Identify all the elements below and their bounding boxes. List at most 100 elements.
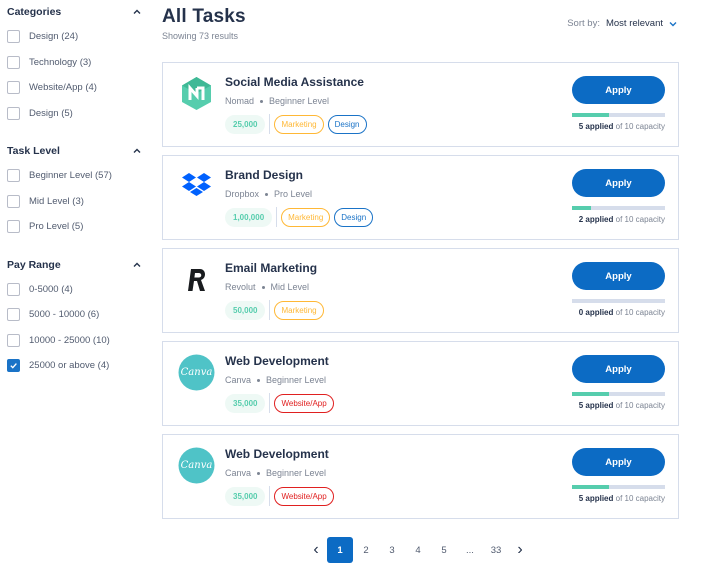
filter-option[interactable]: Mid Level (3) [7, 189, 142, 215]
separator-dot [261, 285, 265, 289]
chevron-up-icon[interactable] [132, 7, 142, 17]
checkbox[interactable] [7, 194, 20, 208]
page-4-button[interactable]: 4 [405, 537, 431, 563]
task-list: Social Media Assistance Nomad Beginner Lev… [162, 62, 679, 527]
pay-badge: 35,000 [225, 393, 266, 413]
chevron-up-icon[interactable] [132, 146, 142, 156]
page-33-button[interactable]: 33 [483, 537, 509, 563]
task-level: Beginner Level [269, 96, 330, 106]
chevron-up-icon[interactable] [132, 260, 142, 270]
capacity-text: 2 applied of 10 capacity [579, 215, 665, 224]
checkbox[interactable] [7, 55, 20, 69]
category-tag: Marketing [281, 207, 331, 227]
separator-dot [265, 192, 269, 196]
capacity-text: 5 applied of 10 capacity [579, 401, 665, 410]
filter-group: Categories Design (24) Technology (3) Websi… [7, 0, 142, 126]
filter-option[interactable]: Pro Level (5) [7, 214, 142, 240]
capacity-total: of 10 capacity [615, 122, 665, 131]
capacity-total: of 10 capacity [615, 308, 665, 317]
task-title[interactable]: Social Media Assistance [225, 75, 364, 89]
separator-dot [257, 471, 261, 475]
filter-option[interactable]: Design (5) [7, 101, 142, 127]
apply-button[interactable]: Apply [572, 76, 665, 104]
apply-button[interactable]: Apply [572, 355, 665, 383]
task-tags: 50,000 Marketing [225, 300, 328, 320]
filter-option[interactable]: Technology (3) [7, 50, 142, 76]
filter-group-header[interactable]: Pay Range [7, 253, 142, 277]
filter-group-title: Pay Range [7, 258, 61, 271]
sort-dropdown[interactable]: Most relevant [606, 18, 663, 29]
capacity-progress-bar [572, 392, 665, 396]
checkbox[interactable] [7, 308, 20, 322]
pay-badge: 50,000 [225, 300, 266, 320]
capacity-progress-fill [572, 206, 591, 210]
checkbox[interactable] [7, 30, 20, 44]
page-1-button[interactable]: 1 [327, 537, 353, 563]
checkbox[interactable] [7, 333, 20, 347]
apply-button[interactable]: Apply [572, 448, 665, 476]
capacity-total: of 10 capacity [615, 215, 665, 224]
filter-group-title: Task Level [7, 145, 60, 157]
filter-option-label: Design (5) [29, 107, 73, 119]
filter-group-header[interactable]: Task Level [7, 139, 142, 163]
checkbox[interactable] [7, 106, 20, 120]
filter-option-label: Website/App (4) [29, 82, 97, 94]
divider [269, 114, 271, 134]
capacity-progress-bar [572, 299, 665, 303]
check-icon [10, 363, 17, 369]
chevron-down-icon[interactable] [668, 19, 678, 29]
task-title[interactable]: Brand Design [225, 168, 303, 182]
next-page-button[interactable]: › [509, 537, 531, 563]
sort-label: Sort by: [567, 18, 600, 29]
task-card: Social Media Assistance Nomad Beginner Lev… [162, 62, 679, 147]
capacity-progress-fill [572, 392, 610, 396]
filter-group-header[interactable]: Categories [7, 0, 142, 24]
filter-option[interactable]: 10000 - 25000 (10) [7, 328, 142, 354]
revolut-logo [178, 261, 215, 298]
pagination-ellipsis: ... [466, 544, 474, 556]
apply-button[interactable]: Apply [572, 262, 665, 290]
filter-option[interactable]: Website/App (4) [7, 75, 142, 101]
checkbox[interactable] [7, 81, 20, 95]
divider [269, 393, 271, 413]
checkbox[interactable] [7, 282, 20, 296]
filter-option[interactable]: 25000 or above (4) [7, 353, 142, 379]
checkbox[interactable] [7, 220, 20, 234]
applied-count: 5 applied [578, 401, 614, 410]
task-title[interactable]: Web Development [225, 447, 329, 461]
company-name: Nomad [225, 96, 255, 106]
checkbox[interactable] [7, 359, 20, 373]
task-tags: 25,000 Marketing Design [225, 114, 371, 134]
capacity-progress-fill [572, 485, 610, 489]
filter-group: Pay Range 0-5000 (4) 5000 - 10000 (6) 10000… [7, 253, 142, 379]
divider [269, 486, 271, 506]
company-name: Revolut [225, 282, 256, 292]
capacity-text: 5 applied of 10 capacity [579, 122, 665, 131]
page-5-button[interactable]: 5 [431, 537, 457, 563]
filter-option-label: 25000 or above (4) [29, 360, 110, 372]
pay-badge: 35,000 [225, 486, 266, 506]
capacity-progress-bar [572, 113, 665, 117]
separator-dot [260, 99, 264, 103]
filter-option[interactable]: Design (24) [7, 24, 142, 50]
filter-option[interactable]: 0-5000 (4) [7, 277, 142, 303]
filter-option[interactable]: Beginner Level (57) [7, 163, 142, 189]
dropbox-logo-icon [182, 173, 211, 196]
prev-page-button[interactable]: ‹ [305, 537, 327, 563]
divider [276, 207, 278, 227]
sort-control: Sort by: Most relevant [567, 18, 678, 29]
task-title[interactable]: Email Marketing [225, 261, 317, 275]
page-3-button[interactable]: 3 [379, 537, 405, 563]
filter-option-label: Design (24) [29, 31, 79, 43]
page-2-button[interactable]: 2 [353, 537, 379, 563]
canva-wordmark: Canva [180, 460, 213, 471]
category-tag: Marketing [274, 114, 324, 134]
checkbox[interactable] [7, 169, 20, 183]
filter-option-label: Beginner Level (57) [29, 170, 112, 182]
apply-button[interactable]: Apply [572, 169, 665, 197]
task-title[interactable]: Web Development [225, 354, 329, 368]
company-name: Canva [225, 375, 252, 385]
filter-option[interactable]: 5000 - 10000 (6) [7, 302, 142, 328]
capacity-progress-bar [572, 485, 665, 489]
canva-logo: Canva [178, 447, 215, 484]
